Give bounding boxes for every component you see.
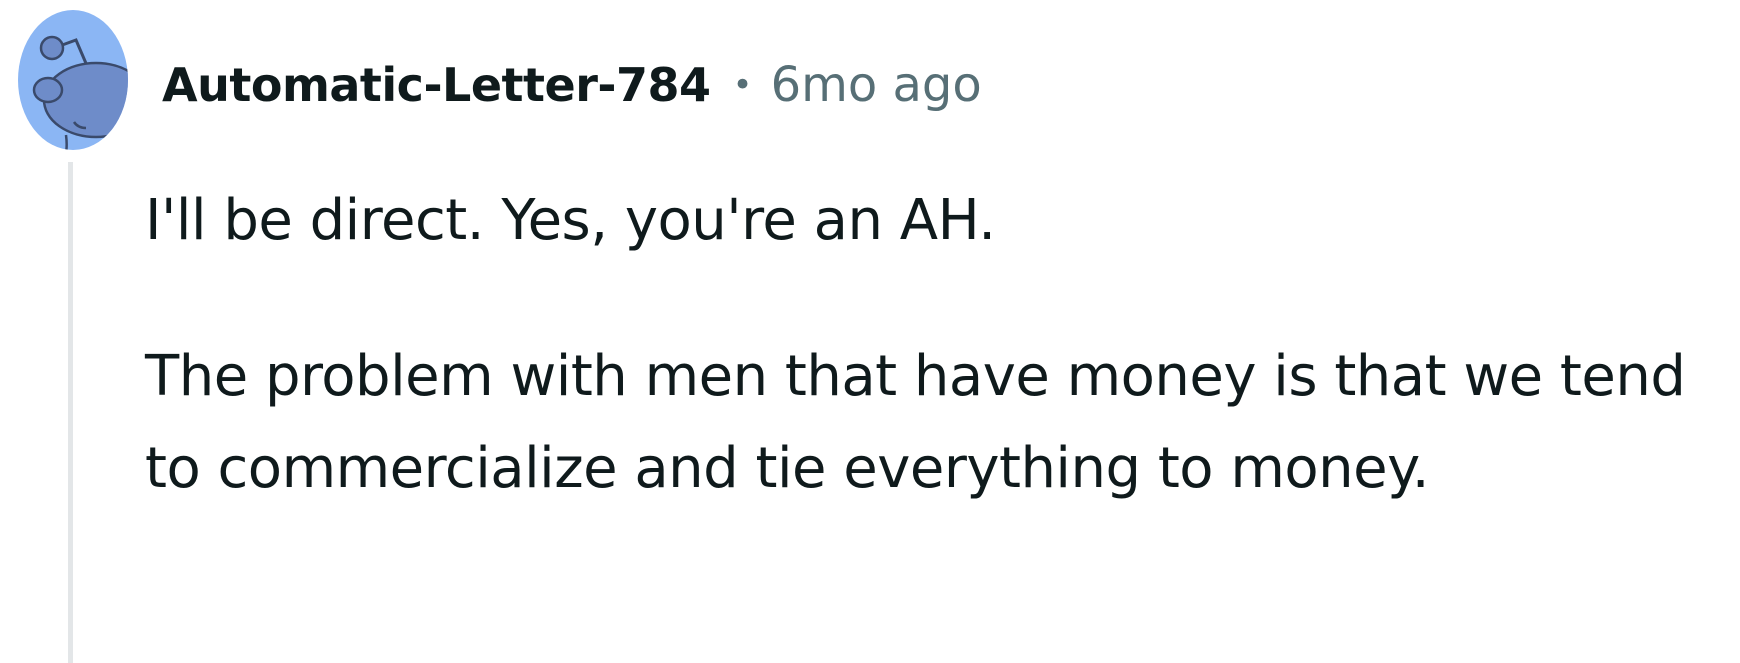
comment-paragraph: I'll be direct. Yes, you're an AH. bbox=[145, 188, 996, 253]
comment-paragraph: The problem with men that have money is … bbox=[145, 344, 1686, 501]
comment: Automatic-Letter-784 • 6mo ago I'll be d… bbox=[0, 0, 1740, 663]
snoo-avatar-icon bbox=[32, 35, 128, 150]
separator-dot: • bbox=[732, 65, 753, 105]
comment-timestamp[interactable]: 6mo ago bbox=[771, 57, 982, 113]
avatar[interactable] bbox=[18, 10, 128, 150]
thread-line[interactable] bbox=[68, 162, 73, 663]
comment-header: Automatic-Letter-784 • 6mo ago bbox=[162, 52, 982, 118]
author-username[interactable]: Automatic-Letter-784 bbox=[162, 58, 711, 112]
comment-body: I'll be direct. Yes, you're an AH. The p… bbox=[145, 175, 1735, 515]
